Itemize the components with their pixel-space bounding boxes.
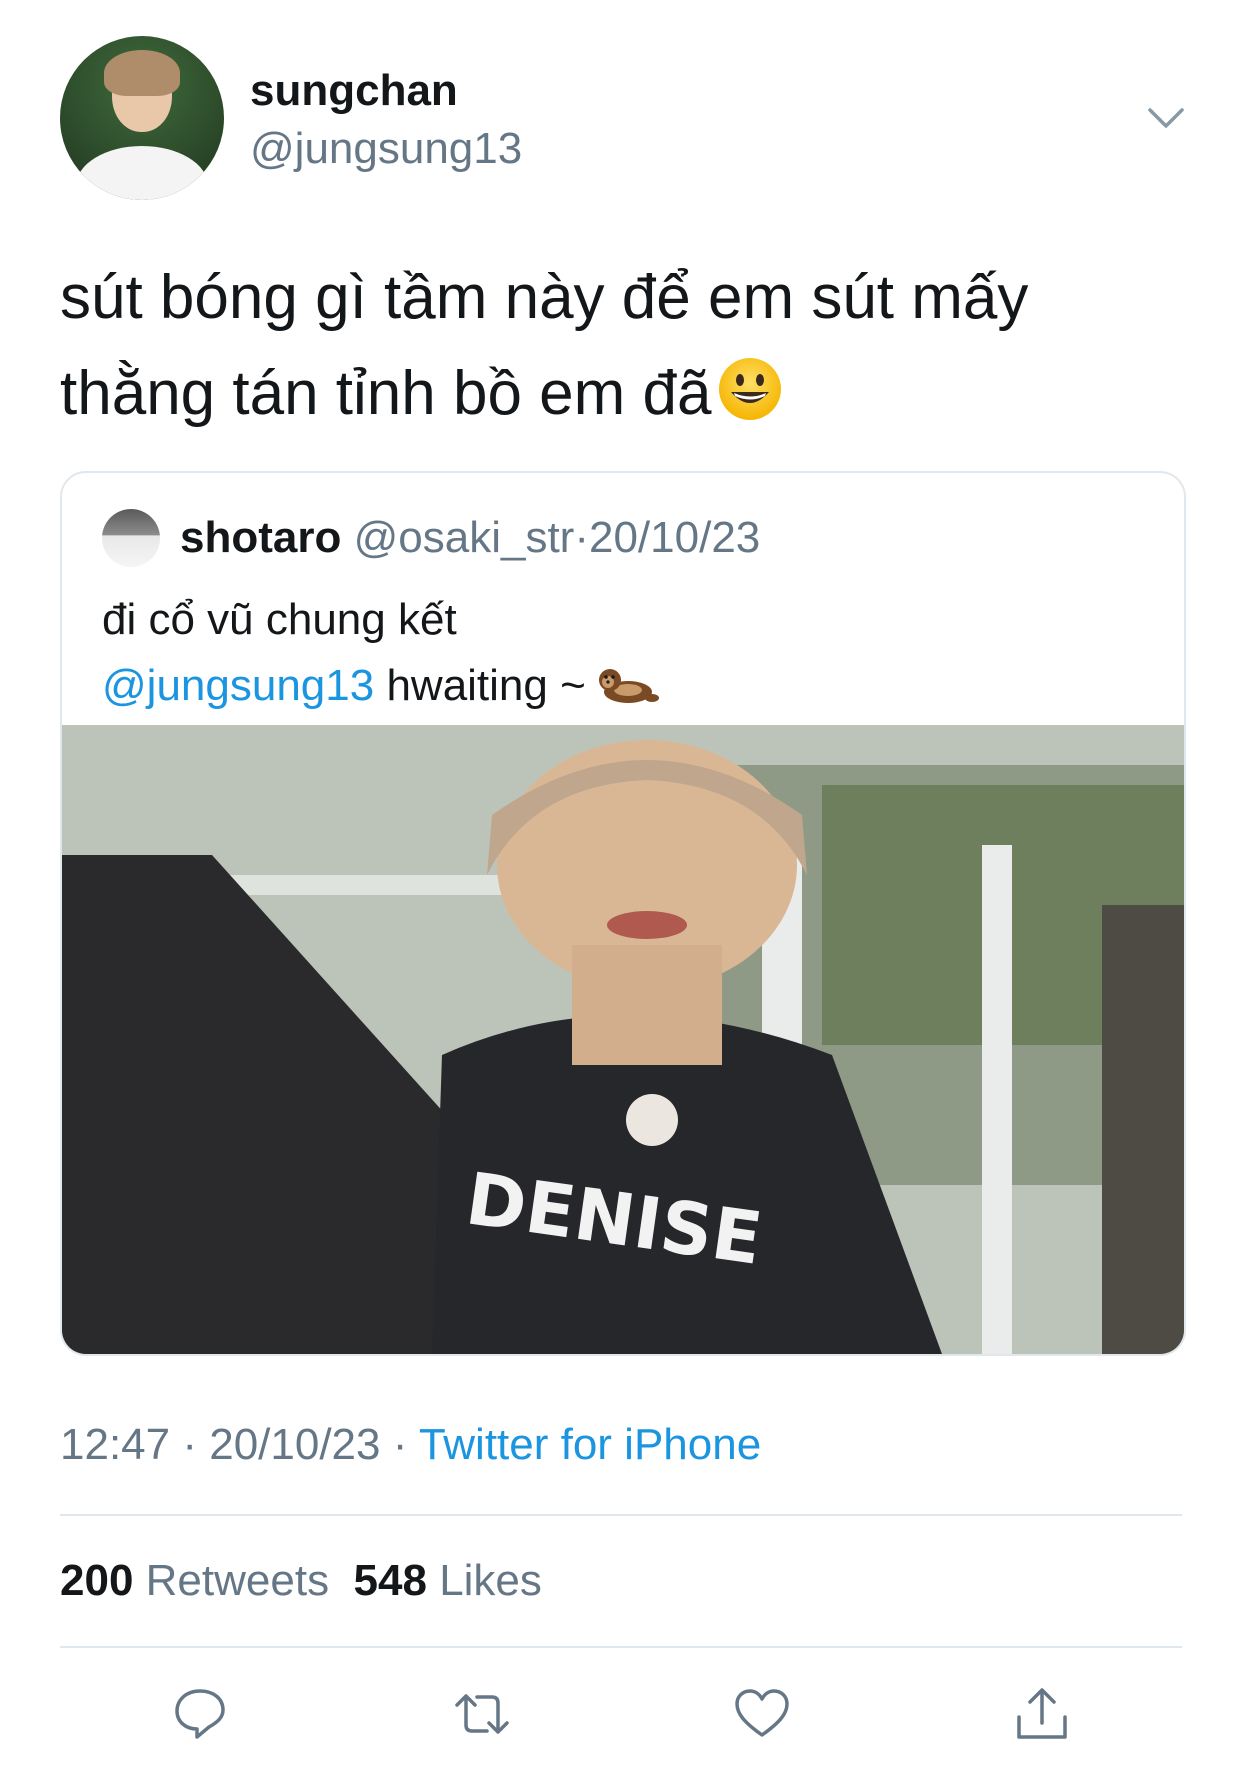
tweet-text-line2-text: thằng tán tỉnh bồ em đã [60,359,712,428]
divider-bottom [60,1646,1182,1648]
retweet-button[interactable] [452,1684,512,1744]
heart-icon [735,1689,789,1737]
quoted-date: 20/10/23 [588,513,761,562]
tweet-date: 20/10/23 [209,1420,381,1469]
like-button[interactable] [732,1684,792,1744]
divider-top [60,1514,1182,1516]
avatar-shirt [76,146,208,200]
quoted-mention-link[interactable]: @jungsung13 [102,661,374,710]
quoted-author-handle: @osaki_str [353,513,575,562]
quoted-text-after-mention: hwaiting ~ [374,661,599,710]
quoted-tweet-photo[interactable]: DENISE [62,725,1184,1354]
tweet-text-line1: sút bóng gì tầm này để em sút mấy [60,263,1029,332]
author-name[interactable]: sungchan [250,66,458,116]
share-button[interactable] [1012,1684,1072,1744]
quoted-tweet-card[interactable]: shotaro @osaki_str·20/10/23 đi cổ vũ chu… [60,471,1186,1356]
likes-stat[interactable]: 548 Likes [354,1556,542,1605]
tweet-timestamp: 12:47 · 20/10/23 · Twitter for iPhone [60,1420,761,1470]
timestamp-separator-1: · [170,1420,210,1469]
likes-count: 548 [353,1556,427,1605]
retweets-stat[interactable]: 200 Retweets [60,1556,329,1605]
author-handle[interactable]: @jungsung13 [250,124,522,174]
otter-emoji-icon [598,661,660,705]
chevron-down-icon[interactable] [1146,104,1186,132]
quoted-text-line1: đi cổ vũ chung kết [102,595,457,644]
timestamp-separator-2: · [380,1420,419,1469]
tweet-time: 12:47 [60,1420,171,1469]
tweet-text: sút bóng gì tầm này để em sút mấy thằng … [60,250,1180,442]
retweets-label: Retweets [145,1556,330,1605]
tweet-stats: 200 Retweets 548 Likes [60,1556,542,1606]
quoted-tweet-text: đi cổ vũ chung kết @jungsung13 hwaiting … [102,587,1142,719]
smiling-face-emoji-icon [717,354,783,420]
tweet-text-line2: thằng tán tỉnh bồ em đã [60,346,1180,442]
reply-icon [175,1689,225,1739]
quoted-author-avatar [102,509,160,567]
reply-button[interactable] [170,1684,230,1744]
retweets-count: 200 [60,1556,134,1605]
retweet-icon [455,1694,509,1734]
share-icon [1017,1688,1067,1739]
likes-label: Likes [439,1556,542,1605]
avatar-hair [104,50,180,96]
quoted-tweet-header: shotaro @osaki_str·20/10/23 [180,511,760,565]
quoted-author-name: shotaro [180,513,342,562]
tweet-source-link[interactable]: Twitter for iPhone [419,1420,761,1469]
author-avatar[interactable] [60,36,224,200]
quoted-text-line2: @jungsung13 hwaiting ~ [102,653,1142,719]
quoted-separator: · [574,513,589,562]
